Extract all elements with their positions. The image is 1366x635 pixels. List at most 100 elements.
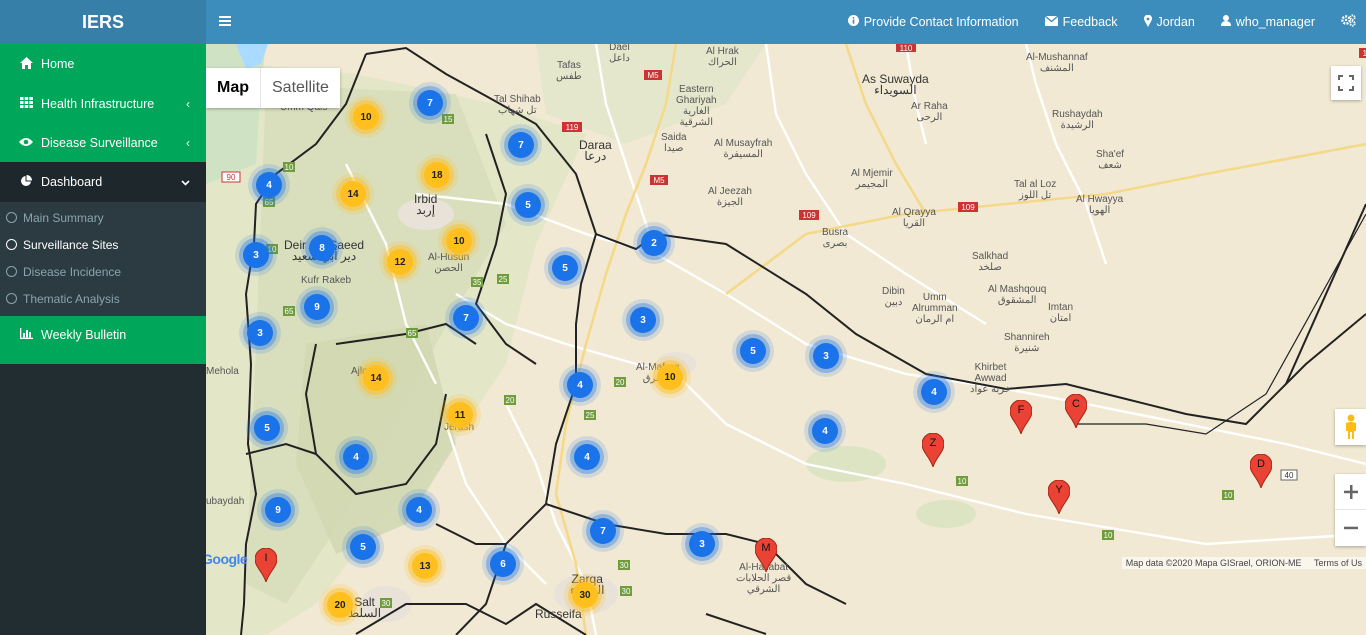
submenu-item-surveillance-sites[interactable]: Surveillance Sites (0, 231, 206, 258)
place-label: Al Hwayya الهويا (1076, 194, 1124, 216)
dashboard-submenu: Main Summary Surveillance Sites Disease … (0, 202, 206, 316)
place-label: Salkhad صلخد (972, 251, 1009, 273)
cluster-marker[interactable]: 3 (630, 307, 656, 333)
map-pin-marker[interactable]: I (254, 547, 278, 584)
road-shield-label: 25 (499, 275, 508, 284)
place-label: Al-Husun الحصن (428, 252, 470, 274)
cluster-marker[interactable]: 6 (490, 551, 516, 577)
submenu-item-thematic-analysis[interactable]: Thematic Analysis (0, 285, 206, 312)
sidebar-item-dashboard[interactable]: Dashboard (0, 162, 206, 202)
feedback-link[interactable]: Feedback (1032, 0, 1131, 44)
submenu-item-label: Surveillance Sites (23, 237, 119, 252)
cluster-marker[interactable]: 4 (567, 372, 593, 398)
provide-contact-link[interactable]: Provide Contact Information (835, 0, 1032, 44)
fullscreen-button[interactable] (1331, 66, 1361, 100)
sidebar-spacer (0, 354, 206, 364)
submenu-item-disease-incidence[interactable]: Disease Incidence (0, 258, 206, 285)
place-label: Ar Raha الرحى (911, 101, 948, 123)
street-view-pegman-button[interactable] (1335, 409, 1366, 445)
cluster-marker[interactable]: 13 (412, 553, 438, 579)
cluster-marker[interactable]: 4 (921, 379, 947, 405)
cluster-marker[interactable]: 4 (406, 497, 432, 523)
cluster-marker[interactable]: 5 (254, 415, 280, 441)
cluster-marker[interactable]: 3 (247, 320, 273, 346)
pegman-icon (1345, 414, 1356, 439)
cluster-marker[interactable]: 4 (343, 444, 369, 470)
cluster-marker[interactable]: 2 (641, 230, 667, 256)
zoom-in-button[interactable] (1335, 474, 1366, 510)
place-label: Al Hrak الحراك (706, 46, 739, 68)
location-link[interactable]: Jordan (1131, 0, 1208, 44)
logo[interactable]: IERS (0, 0, 206, 44)
place-label: Eastern Ghariyah الغارية الشرقية (676, 84, 717, 128)
place-label: Khirbet Awwad خربة عواد (970, 362, 1011, 395)
road-shield: 30 (618, 560, 630, 570)
cluster-marker[interactable]: 5 (350, 534, 376, 560)
road-shield-label: 119 (566, 123, 579, 132)
cluster-marker[interactable]: 9 (304, 294, 330, 320)
map-pin-marker[interactable]: Z (921, 432, 945, 469)
map-pin-marker[interactable]: Y (1047, 479, 1071, 516)
sidebar-item-weekly-bulletin[interactable]: Weekly Bulletin (0, 316, 206, 354)
place-label: Tal Shihab تل شهاب (494, 94, 541, 116)
minus-icon (1343, 526, 1358, 530)
feedback-label: Feedback (1062, 15, 1118, 29)
terms-link[interactable]: Terms of Us (1314, 558, 1362, 568)
pin-label: D (1257, 458, 1265, 470)
cluster-marker[interactable]: 10 (353, 104, 379, 130)
cluster-marker[interactable]: 14 (363, 365, 389, 391)
app-root: IERS Home Health Infrastructure ‹ Diseas… (0, 0, 1366, 635)
cluster-marker[interactable]: 10 (446, 228, 472, 254)
road-shield-label: 20 (616, 378, 625, 387)
sidebar-item-home[interactable]: Home (0, 44, 206, 84)
cluster-marker[interactable]: 4 (812, 418, 838, 444)
cluster-marker[interactable]: 20 (327, 592, 353, 618)
cluster-marker[interactable]: 5 (515, 192, 541, 218)
pin-label: Z (929, 437, 937, 449)
cluster-marker[interactable]: 7 (453, 305, 479, 331)
place-label: Al Musayfrah المسيفرة (714, 138, 773, 160)
hamburger-icon[interactable] (206, 13, 244, 31)
road-shield-label: 10 (1104, 531, 1113, 540)
road-shield-label: 65 (408, 329, 417, 338)
cluster-marker[interactable]: 11 (447, 402, 473, 428)
cluster-marker[interactable]: 4 (574, 444, 600, 470)
submenu-item-main-summary[interactable]: Main Summary (0, 204, 206, 231)
user-label: who_manager (1235, 15, 1315, 29)
pin-label: M (761, 542, 771, 554)
zoom-out-button[interactable] (1335, 510, 1366, 546)
road-shield-label: 10 (268, 245, 277, 254)
map-type-satellite-button[interactable]: Satellite (261, 68, 340, 108)
map-pin-marker[interactable]: F (1009, 399, 1033, 436)
cluster-marker[interactable]: 10 (657, 364, 683, 390)
cluster-marker[interactable]: 7 (508, 132, 534, 158)
provide-contact-label: Provide Contact Information (863, 15, 1019, 29)
sidebar-item-health-infrastructure[interactable]: Health Infrastructure ‹ (0, 84, 206, 123)
cluster-marker[interactable]: 3 (813, 343, 839, 369)
cluster-marker[interactable]: 9 (265, 497, 291, 523)
cluster-marker[interactable]: 3 (243, 242, 269, 268)
cluster-marker[interactable]: 7 (590, 518, 616, 544)
map-type-control: Map Satellite (206, 68, 340, 108)
cluster-marker[interactable]: 30 (572, 582, 598, 608)
road-shield: 110 (1359, 48, 1366, 58)
map-pin-marker[interactable]: C (1064, 393, 1088, 430)
cluster-marker[interactable]: 5 (740, 338, 766, 364)
map-pin-marker[interactable]: M (754, 537, 778, 574)
cluster-marker[interactable]: 18 (424, 162, 450, 188)
sidebar-item-disease-surveillance[interactable]: Disease Surveillance ‹ (0, 123, 206, 162)
cluster-marker[interactable]: 7 (417, 90, 443, 116)
chevron-left-icon: ‹ (186, 135, 190, 150)
user-menu[interactable]: who_manager (1208, 0, 1328, 44)
map-canvas[interactable]: 10 15 65 90 10 25 35 65 65 40 10 10 25 2… (206, 44, 1366, 635)
map-pin-marker[interactable]: D (1249, 453, 1273, 490)
cluster-marker[interactable]: 14 (340, 181, 366, 207)
map-type-map-button[interactable]: Map (206, 68, 261, 108)
cluster-marker[interactable]: 8 (309, 235, 335, 261)
cluster-marker[interactable]: 12 (387, 249, 413, 275)
place-label: Kufr Rakeb (301, 275, 352, 286)
cluster-marker[interactable]: 5 (552, 255, 578, 281)
cluster-marker[interactable]: 3 (689, 531, 715, 557)
cluster-marker[interactable]: 4 (256, 172, 282, 198)
settings-button[interactable] (1328, 0, 1366, 44)
